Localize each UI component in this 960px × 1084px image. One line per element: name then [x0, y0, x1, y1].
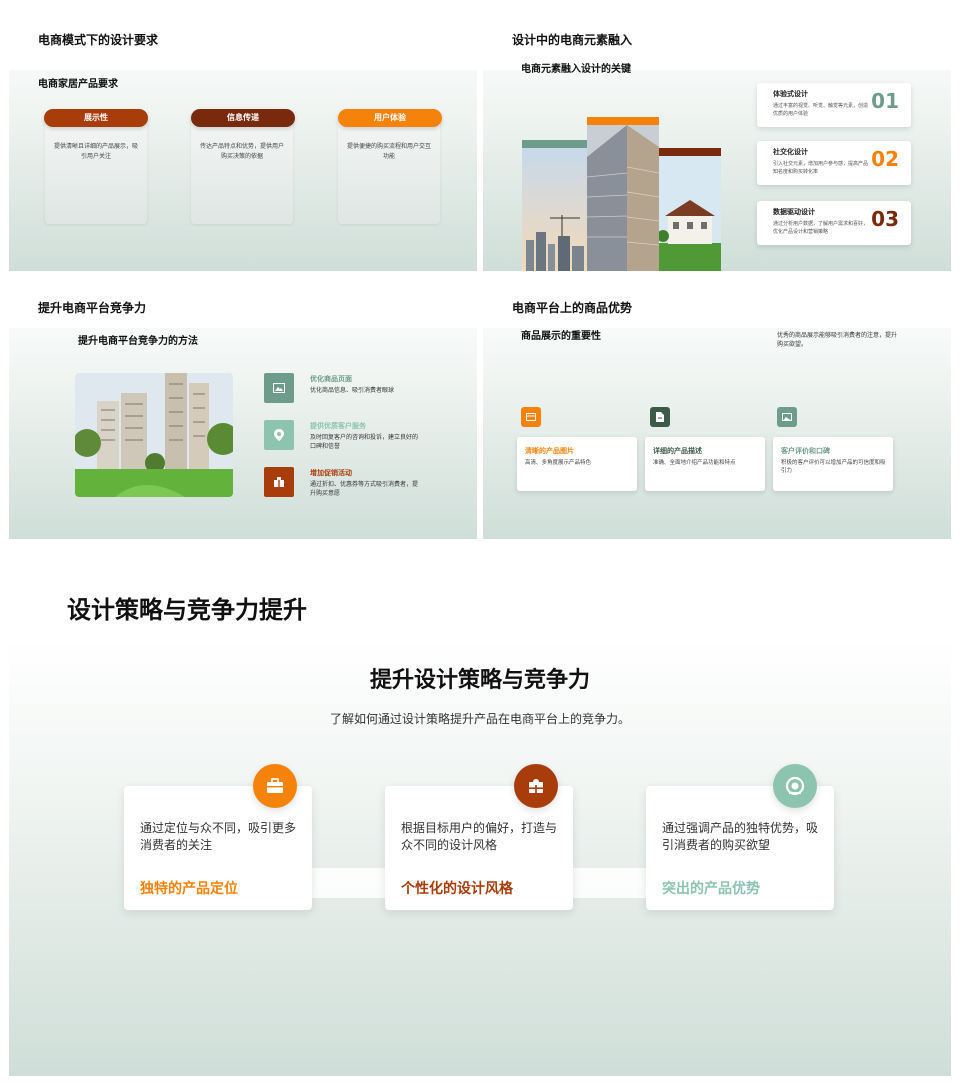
strategy-title: 个性化的设计风格 — [401, 881, 513, 897]
feature-desc: 通过分析用户数据，了解用户需求和喜好，优化产品设计和营销策略 — [773, 221, 869, 235]
feature-desc: 通过丰富的视觉、听觉、触觉等元素，创造优质的用户体验 — [773, 103, 869, 117]
slide-ecommerce-elements: 设计中的电商元素融入 电商元素融入设计的关键 体验式设计 通过丰富的视觉、听觉、… — [483, 20, 951, 271]
document-icon — [650, 407, 670, 427]
slide4-heading: 电商平台上的商品优势 — [512, 301, 633, 315]
method-desc: 优化商品信息、吸引消费者眼球 — [310, 387, 395, 394]
advantage-desc: 高清、多角度展示产品特色 — [525, 460, 592, 466]
feature-number: 02 — [871, 147, 899, 171]
city-photo — [522, 140, 588, 271]
slide2-subtitle: 电商元素融入设计的关键 — [521, 64, 631, 75]
house-photo — [657, 148, 721, 271]
feature-card-1: 体验式设计 通过丰富的视觉、听觉、触觉等元素，创造优质的用户体验 01 — [757, 83, 911, 127]
feature-number: 01 — [871, 89, 899, 113]
feature-number: 03 — [871, 207, 899, 231]
page-optimization-icon — [264, 373, 294, 403]
slide3-heading: 提升电商平台竞争力 — [38, 301, 147, 315]
requirement-pill-2: 信息传递 — [191, 109, 295, 127]
skyscraper-photo — [586, 117, 660, 271]
slide1-subtitle: 电商家居产品要求 — [38, 79, 118, 90]
slide5-title: 提升设计策略与竞争力 — [369, 668, 590, 693]
feature-title: 体验式设计 — [773, 90, 808, 98]
slide2-heading: 设计中的电商元素融入 — [512, 33, 633, 47]
strategy-desc: 通过强调产品的独特优势，吸引消费者的购买欲望 — [662, 821, 819, 852]
method-title: 增加促销活动 — [310, 469, 352, 477]
briefcase-icon — [253, 764, 297, 808]
card-connector — [571, 868, 651, 898]
feature-title: 社交化设计 — [773, 148, 808, 156]
apartment-photo — [75, 373, 233, 497]
advantage-desc: 准确、全面地介绍产品功能和特点 — [653, 460, 736, 466]
puzzle-icon — [514, 764, 558, 808]
slide3-subtitle: 提升电商平台竞争力的方法 — [78, 336, 198, 347]
feature-title: 数据驱动设计 — [773, 208, 815, 216]
method-title: 优化商品页面 — [310, 375, 352, 383]
requirement-card-3: 提供便捷的购买流程和用户交互功能 — [338, 112, 440, 224]
method-desc: 及时回复客户的咨询和投诉，建立良好的口碑和信誉 — [310, 434, 419, 450]
slide5-subtitle: 了解如何通过设计策略提升产品在电商平台上的竞争力。 — [329, 712, 630, 726]
strategy-desc: 通过定位与众不同，吸引更多消费者的关注 — [140, 821, 297, 852]
strategy-desc: 根据目标用户的偏好，打造与众不同的设计风格 — [401, 821, 558, 852]
card-connector — [309, 868, 389, 898]
advantage-desc: 积极的客户评价可以增加产品的可信度和吸引力 — [781, 460, 886, 474]
location-service-icon — [264, 420, 294, 450]
slide-product-advantages: 电商平台上的商品优势 商品展示的重要性 优秀的商品展示能够吸引消费者的注意，提升… — [483, 288, 951, 539]
requirement-desc: 提供便捷的购买流程和用户交互功能 — [346, 143, 431, 160]
image-icon — [521, 407, 541, 427]
advantage-card-1: 清晰的产品图片 高清、多角度展示产品特色 — [517, 437, 637, 491]
slide1-heading: 电商模式下的设计要求 — [38, 33, 159, 47]
method-desc: 通过折扣、优惠券等方式吸引消费者，提升购买意愿 — [310, 481, 419, 497]
slide4-note: 优秀的商品展示能够吸引消费者的注意，提升购买欲望。 — [777, 332, 898, 348]
feature-card-2: 社交化设计 引入社交元素，增加用户参与感，提高产品知名度和购买转化率 02 — [757, 141, 911, 185]
requirement-desc: 传达产品特点和优势，提供用户购买决策的依据 — [199, 143, 284, 160]
strategy-title: 独特的产品定位 — [140, 881, 238, 897]
slide5-heading: 设计策略与竞争力提升 — [67, 596, 307, 624]
method-title: 提供优质客户服务 — [310, 422, 366, 430]
advantage-card-2: 详细的产品描述 准确、全面地介绍产品功能和特点 — [645, 437, 765, 491]
requirement-card-2: 传达产品特点和优势，提供用户购买决策的依据 — [191, 112, 293, 224]
promotion-icon — [264, 467, 294, 497]
slide4-subtitle: 商品展示的重要性 — [521, 331, 601, 342]
advantage-title: 客户评价和口碑 — [781, 447, 830, 455]
slide-design-requirements: 电商模式下的设计要求 电商家居产品要求 提供清晰且详细的产品展示，吸引用户关注 … — [9, 20, 477, 271]
review-image-icon — [777, 407, 797, 427]
target-icon — [773, 764, 817, 808]
requirement-pill-3: 用户体验 — [338, 109, 442, 127]
feature-card-3: 数据驱动设计 通过分析用户数据，了解用户需求和喜好，优化产品设计和营销策略 03 — [757, 201, 911, 245]
advantage-card-3: 客户评价和口碑 积极的客户评价可以增加产品的可信度和吸引力 — [773, 437, 893, 491]
advantage-title: 详细的产品描述 — [653, 447, 702, 455]
slide-design-strategy: 提升设计策略与竞争力 了解如何通过设计策略提升产品在电商平台上的竞争力。 通过定… — [9, 640, 951, 1076]
requirement-card-1: 提供清晰且详细的产品展示，吸引用户关注 — [45, 112, 147, 224]
requirement-pill-1: 展示性 — [44, 109, 148, 127]
strategy-title: 突出的产品优势 — [662, 881, 760, 897]
advantage-title: 清晰的产品图片 — [525, 447, 574, 455]
slide-platform-competitiveness: 提升电商平台竞争力 提升电商平台竞争力的方法 优化商品页面 优化商品信息、吸引消… — [9, 288, 477, 539]
feature-desc: 引入社交元素，增加用户参与感，提高产品知名度和购买转化率 — [773, 161, 869, 175]
requirement-desc: 提供清晰且详细的产品展示，吸引用户关注 — [53, 143, 138, 160]
